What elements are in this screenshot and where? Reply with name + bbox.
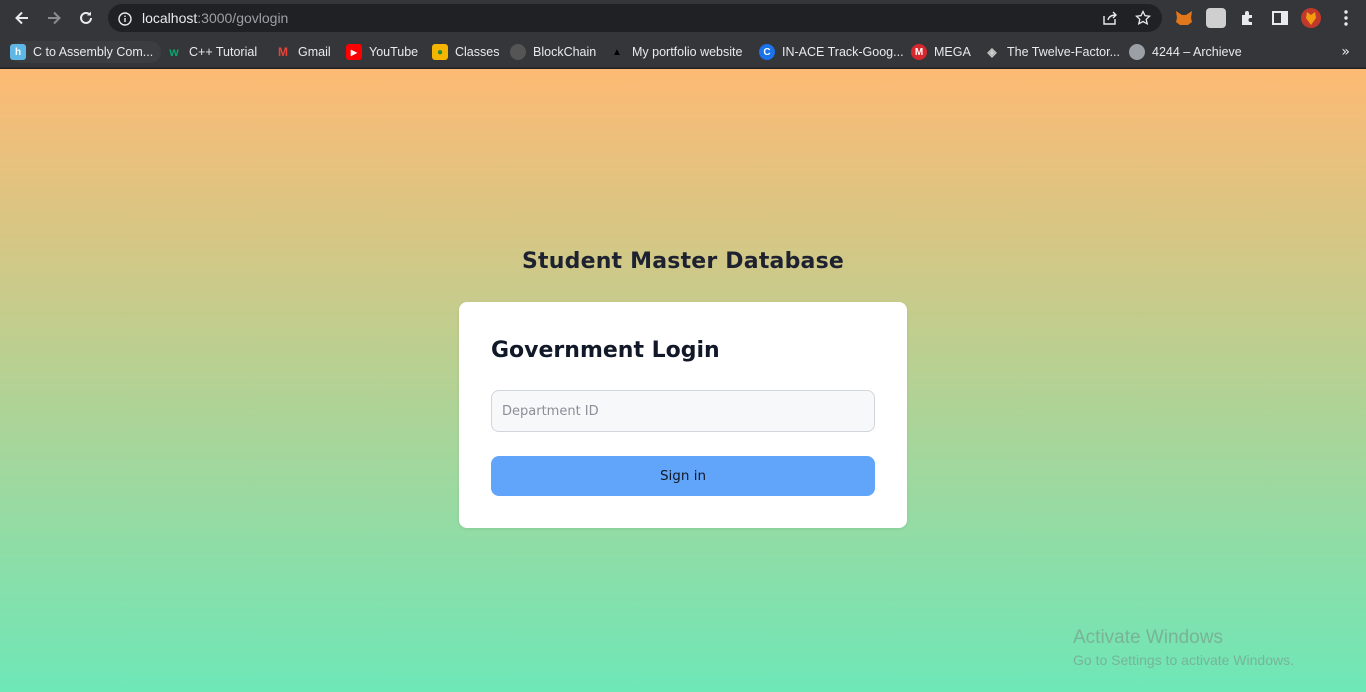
info-icon[interactable]	[118, 11, 132, 30]
back-arrow-icon[interactable]	[10, 6, 34, 30]
bookmark-item[interactable]: ▶ YouTube	[346, 41, 418, 63]
bookmark-item[interactable]: h C to Assembly Com...	[10, 41, 162, 63]
bookmark-item[interactable]: ◈ The Twelve-Factor...	[984, 41, 1120, 63]
url-host: localhost	[142, 10, 198, 26]
reload-icon[interactable]	[74, 6, 98, 30]
sign-in-button[interactable]: Sign in	[491, 456, 875, 496]
chevron-double-right-icon[interactable]: »	[1341, 44, 1350, 60]
login-card: Government Login Sign in	[459, 302, 907, 528]
bookmark-label: BlockChain	[533, 45, 597, 59]
profile-avatar[interactable]	[1301, 8, 1321, 28]
hackerrank-h-icon: h	[10, 44, 26, 60]
globe-icon	[1129, 44, 1145, 60]
bookmark-label: C++ Tutorial	[189, 45, 258, 59]
bookmark-label: C to Assembly Com...	[33, 45, 154, 59]
share-icon[interactable]	[1102, 10, 1118, 30]
mega-icon: M	[911, 44, 927, 60]
browser-toolbar: localhost:3000/govlogin	[0, 0, 1366, 36]
bookmark-item[interactable]: ▲ My portfolio website	[609, 41, 742, 63]
page-title: Student Master Database	[522, 249, 844, 274]
extension-page-icon[interactable]	[1206, 8, 1226, 28]
windows-activation-watermark: Activate Windows Go to Settings to activ…	[1073, 627, 1294, 668]
classroom-icon: ●	[432, 44, 448, 60]
bookmark-item[interactable]: ● Classes	[432, 41, 499, 63]
address-bar[interactable]: localhost:3000/govlogin	[108, 4, 1162, 32]
bookmark-star-icon[interactable]	[1134, 9, 1152, 30]
watermark-line1: Activate Windows	[1073, 627, 1223, 648]
side-panel-icon[interactable]	[1270, 8, 1290, 28]
bookmark-label: 4244 – Archieve	[1152, 45, 1242, 59]
bookmark-item[interactable]: M MEGA	[911, 41, 971, 63]
bookmark-label: Classes	[455, 45, 500, 59]
department-id-input[interactable]	[491, 390, 875, 432]
youtube-icon: ▶	[346, 44, 362, 60]
bookmark-item[interactable]: 4244 – Archieve	[1129, 41, 1242, 63]
bookmark-label: Gmail	[298, 45, 331, 59]
forward-arrow-icon[interactable]	[42, 6, 66, 30]
bookmark-label: YouTube	[369, 45, 419, 59]
url-path: :3000/govlogin	[197, 10, 289, 26]
watermark-line2: Go to Settings to activate Windows.	[1073, 652, 1294, 668]
c-circle-icon: C	[759, 44, 775, 60]
w3-w-icon: w	[169, 45, 179, 59]
bookmark-label: My portfolio website	[632, 45, 743, 59]
bookmark-item[interactable]: w C++ Tutorial	[166, 41, 257, 63]
bookmark-item[interactable]: BlockChain	[510, 41, 596, 63]
gmail-icon: M	[278, 45, 288, 59]
card-title: Government Login	[491, 338, 720, 363]
bookmark-label: MEGA	[934, 45, 971, 59]
kebab-menu-icon[interactable]	[1336, 8, 1356, 28]
extensions-puzzle-icon[interactable]	[1238, 8, 1258, 28]
page-background: Student Master Database Government Login…	[0, 69, 1366, 692]
diamond-layers-icon: ◈	[987, 45, 997, 59]
metamask-fox-icon[interactable]	[1174, 8, 1194, 28]
bookmark-item[interactable]: C IN-ACE Track-Goog...	[759, 41, 904, 63]
bookmarks-bar: h C to Assembly Com... w C++ Tutorial M …	[0, 36, 1366, 68]
bookmark-label: IN-ACE Track-Goog...	[782, 45, 904, 59]
triangle-icon: ▲	[612, 46, 622, 58]
bookmark-item[interactable]: M Gmail	[275, 41, 331, 63]
github-icon	[510, 44, 526, 60]
bookmark-label: The Twelve-Factor...	[1007, 45, 1121, 59]
url-text: localhost:3000/govlogin	[142, 10, 288, 26]
